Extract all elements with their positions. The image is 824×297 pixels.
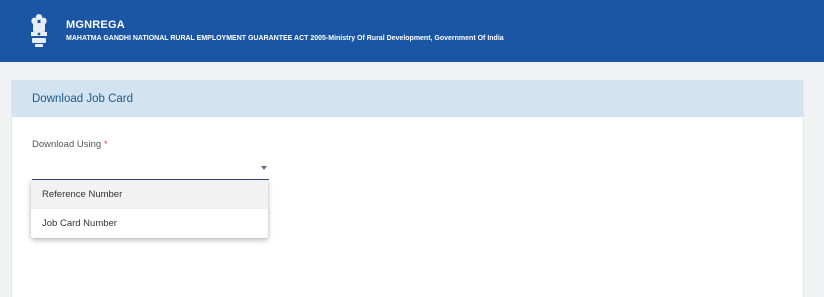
download-using-select[interactable] bbox=[32, 160, 269, 180]
site-header: MGNREGA MAHATMA GANDHI NATIONAL RURAL EM… bbox=[0, 0, 824, 62]
download-using-options-menu: Reference Number Job Card Number bbox=[31, 180, 268, 238]
option-job-card-number[interactable]: Job Card Number bbox=[31, 209, 268, 238]
header-title-block: MGNREGA MAHATMA GANDHI NATIONAL RURAL EM… bbox=[66, 19, 504, 43]
dropdown-caret-icon[interactable] bbox=[261, 166, 267, 170]
site-subtitle: MAHATMA GANDHI NATIONAL RURAL EMPLOYMENT… bbox=[66, 35, 504, 42]
option-reference-number[interactable]: Reference Number bbox=[31, 180, 268, 209]
card-title: Download Job Card bbox=[32, 92, 134, 105]
national-emblem-icon bbox=[31, 14, 47, 47]
download-using-label: Download Using * bbox=[32, 139, 108, 150]
required-marker: * bbox=[103, 139, 108, 150]
site-title: MGNREGA bbox=[66, 19, 125, 31]
card-header: Download Job Card bbox=[12, 80, 803, 117]
download-using-label-text: Download Using bbox=[32, 139, 102, 150]
